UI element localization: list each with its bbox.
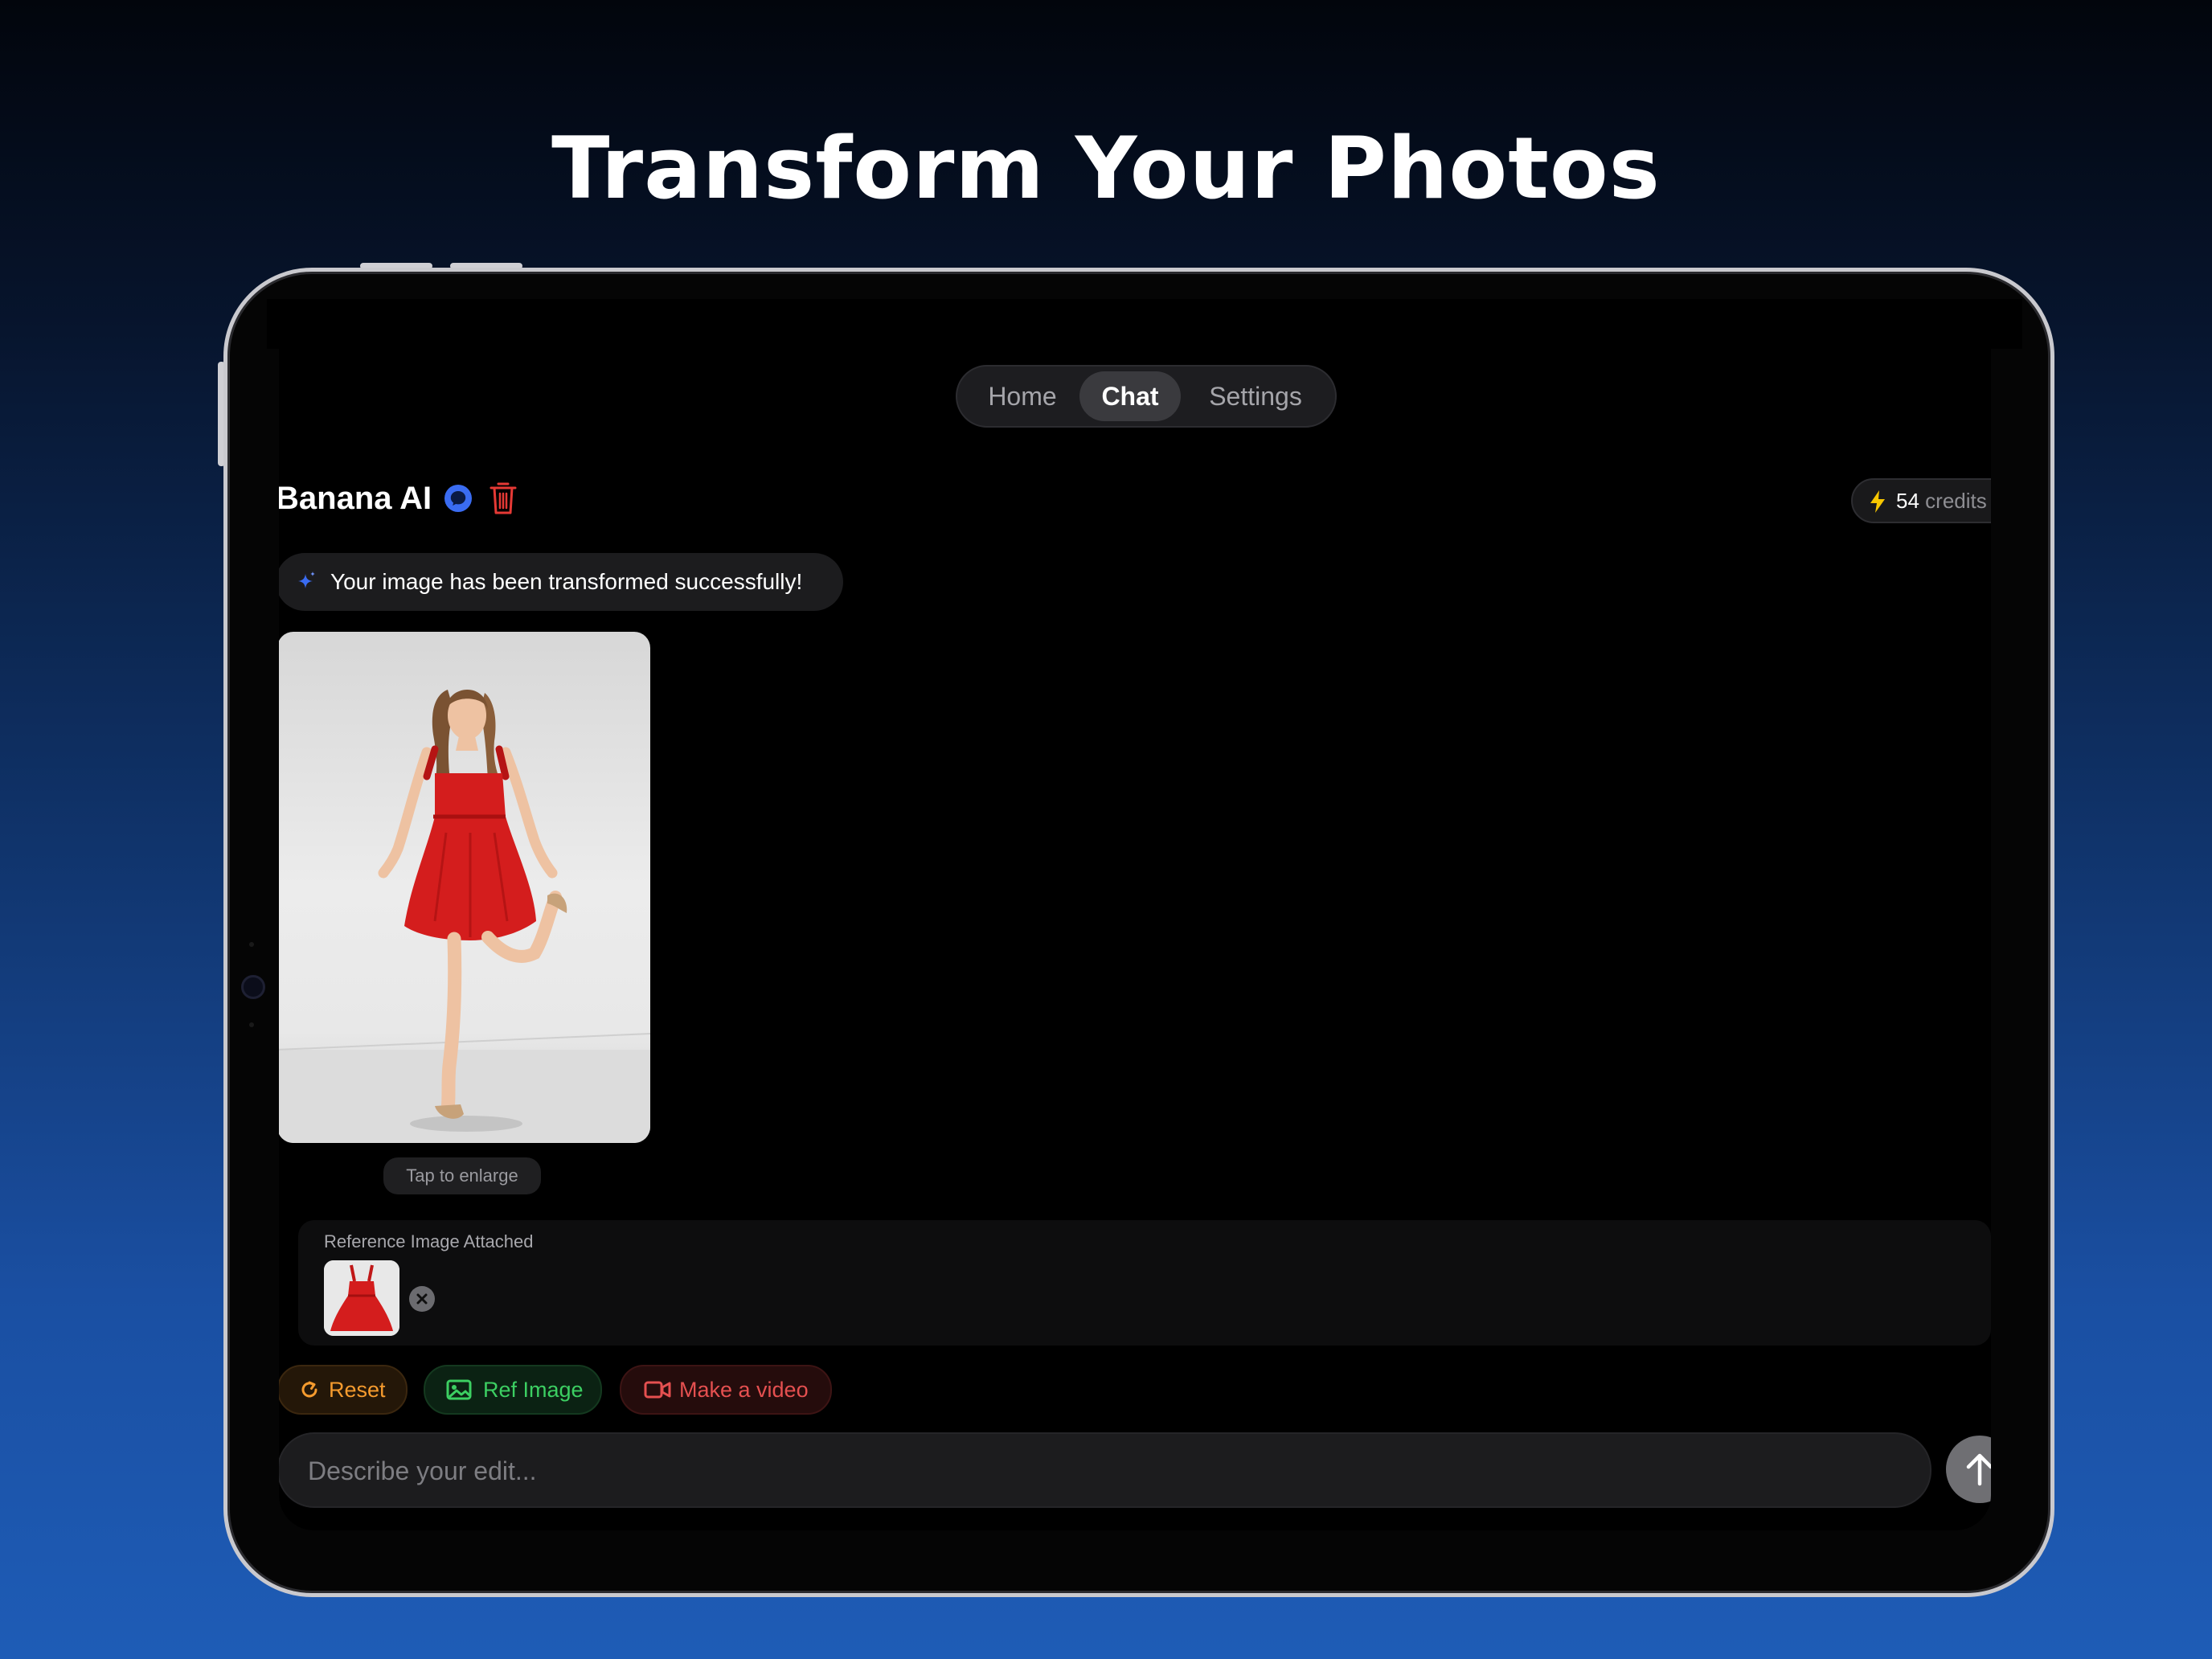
- assistant-message: Your image has been transformed successf…: [279, 553, 843, 611]
- sensor-dot: [249, 1022, 254, 1027]
- transformed-image[interactable]: [279, 632, 650, 1143]
- video-camera-icon: [644, 1381, 671, 1399]
- credits-badge[interactable]: 54 credits: [1851, 478, 1991, 523]
- tab-chat[interactable]: Chat: [1079, 371, 1181, 421]
- trash-icon[interactable]: [488, 481, 518, 516]
- app-title: Banana AI: [279, 481, 432, 516]
- tap-to-enlarge-hint[interactable]: Tap to enlarge: [383, 1157, 541, 1194]
- tab-home[interactable]: Home: [967, 371, 1078, 421]
- send-button[interactable]: [1946, 1436, 1991, 1503]
- arrow-up-icon: [1966, 1453, 1991, 1486]
- tab-switcher: Home Chat Settings: [956, 365, 1337, 428]
- status-bar: [267, 299, 2022, 349]
- credits-count: 54: [1896, 489, 1919, 513]
- woman-in-red-dress-illustration: [279, 689, 650, 1143]
- red-dress-icon: [324, 1260, 399, 1336]
- ref-image-button[interactable]: Ref Image: [424, 1365, 602, 1415]
- lightning-icon: [1870, 490, 1885, 513]
- chat-bubble-icon[interactable]: [444, 484, 473, 513]
- image-icon: [446, 1379, 472, 1400]
- close-icon: [416, 1293, 428, 1305]
- remove-reference-button[interactable]: [409, 1286, 435, 1312]
- ref-image-label: Ref Image: [483, 1378, 584, 1402]
- prompt-input[interactable]: [306, 1434, 1885, 1508]
- sparkle-icon: [298, 571, 315, 588]
- refresh-icon: [301, 1381, 317, 1398]
- front-camera: [241, 975, 265, 999]
- make-video-label: Make a video: [679, 1378, 809, 1402]
- reference-thumbnail[interactable]: [324, 1260, 399, 1336]
- app-screen: Home Chat Settings Banana AI 54 credits …: [279, 349, 1991, 1530]
- sensor-dot: [249, 942, 254, 947]
- headline: Transform Your Photos: [551, 119, 1661, 218]
- reset-button[interactable]: Reset: [279, 1365, 408, 1415]
- prompt-field[interactable]: [279, 1432, 1931, 1508]
- reference-label: Reference Image Attached: [324, 1231, 534, 1251]
- reset-label: Reset: [329, 1378, 386, 1402]
- credits-unit: credits: [1925, 489, 1987, 513]
- make-video-button[interactable]: Make a video: [620, 1365, 832, 1415]
- reference-panel: Reference Image Attached: [298, 1220, 1991, 1346]
- tab-settings[interactable]: Settings: [1187, 371, 1324, 421]
- message-text: Your image has been transformed successf…: [330, 569, 803, 594]
